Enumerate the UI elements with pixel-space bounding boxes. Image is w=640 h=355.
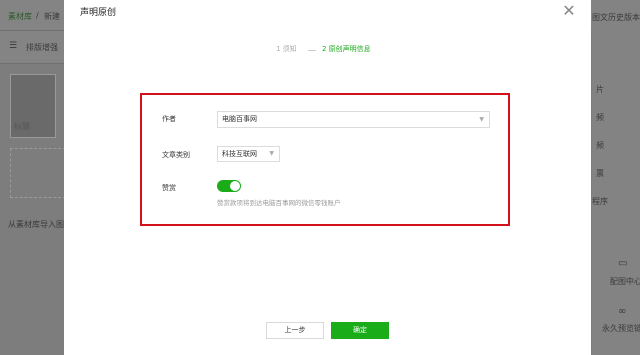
background-right-panel: 图文历史版本 片 频 频 票 程序 ▭ 配图中心 ∞ 永久预览链接 [592, 0, 640, 355]
category-select[interactable]: 科技互联网 ▼ [217, 146, 280, 162]
step-divider [308, 50, 316, 51]
right-item: 程序 [592, 197, 608, 206]
breadcrumb-separator: / [36, 11, 39, 20]
toolbar-label: 排版增强 [26, 43, 58, 52]
toggle-knob [230, 181, 240, 191]
author-value: 电脑百事网 [222, 115, 257, 123]
dialog-title: 声明原创 [80, 8, 117, 18]
article-card-label: 标题 [14, 122, 30, 131]
chevron-down-icon: ▼ [479, 116, 484, 123]
author-select[interactable]: 电脑百事网 ▼ [217, 111, 490, 128]
import-text: 从素材库导入图 [8, 220, 64, 229]
right-item: 片 [596, 85, 604, 94]
author-label: 作者 [162, 115, 176, 123]
right-bottom-text-1: 配图中心 [610, 277, 640, 286]
list-icon: ☰ [9, 41, 18, 51]
right-item: 频 [596, 141, 604, 150]
step-1: 1 须知 [276, 45, 297, 53]
article-card: 标题 [10, 74, 56, 138]
right-top-text: 图文历史版本 [592, 13, 640, 22]
right-item: 频 [596, 113, 604, 122]
reward-label: 赞赏 [162, 184, 176, 192]
link-icon: ∞ [618, 306, 627, 317]
right-bottom-text-2: 永久预览链接 [602, 324, 640, 333]
right-item: 票 [596, 169, 604, 178]
add-article-card [10, 148, 66, 198]
reward-toggle[interactable] [217, 180, 241, 192]
breadcrumb-root: 素材库 [8, 12, 32, 21]
step-2-active: 2 原创声明信息 [322, 45, 371, 53]
breadcrumb-child: 新建 [44, 12, 60, 21]
declare-original-dialog: 声明原创 ✕ 1 须知 2 原创声明信息 作者 电脑百事网 ▼ 文章类别 科技互… [64, 0, 591, 355]
reward-note: 赞赏款项将到达电脑百事网的微信零钱账户 [217, 199, 341, 207]
category-label: 文章类别 [162, 151, 190, 159]
background-toolbar: ☰ 排版增强 [0, 30, 64, 64]
image-icon: ▭ [618, 258, 628, 269]
chevron-down-icon: ▼ [269, 150, 274, 157]
close-icon[interactable]: ✕ [561, 3, 577, 19]
previous-step-button[interactable]: 上一步 [266, 322, 324, 339]
confirm-button[interactable]: 确定 [331, 322, 389, 339]
step-indicator: 1 须知 2 原创声明信息 [64, 44, 591, 58]
category-value: 科技互联网 [222, 150, 257, 158]
